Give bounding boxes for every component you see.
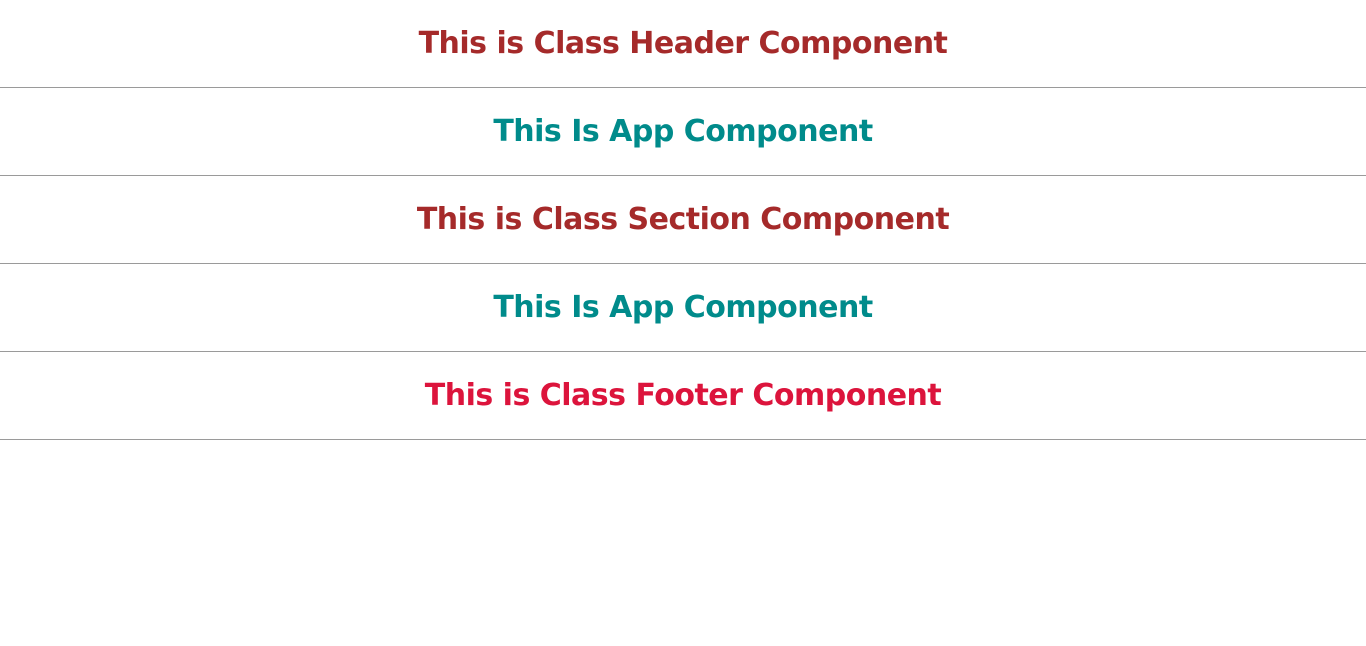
header-component: This is Class Header Component [0, 0, 1366, 88]
app-component-title: This Is App Component [493, 290, 873, 325]
app-component-title: This Is App Component [493, 114, 873, 149]
header-component-title: This is Class Header Component [418, 26, 948, 61]
section-component: This is Class Section Component [0, 176, 1366, 264]
app-component-second: This Is App Component [0, 264, 1366, 352]
footer-component-title: This is Class Footer Component [424, 378, 942, 413]
section-component-title: This is Class Section Component [416, 202, 950, 237]
component-stack: This is Class Header Component This Is A… [0, 0, 1366, 440]
app-component-first: This Is App Component [0, 88, 1366, 176]
footer-component: This is Class Footer Component [0, 352, 1366, 440]
